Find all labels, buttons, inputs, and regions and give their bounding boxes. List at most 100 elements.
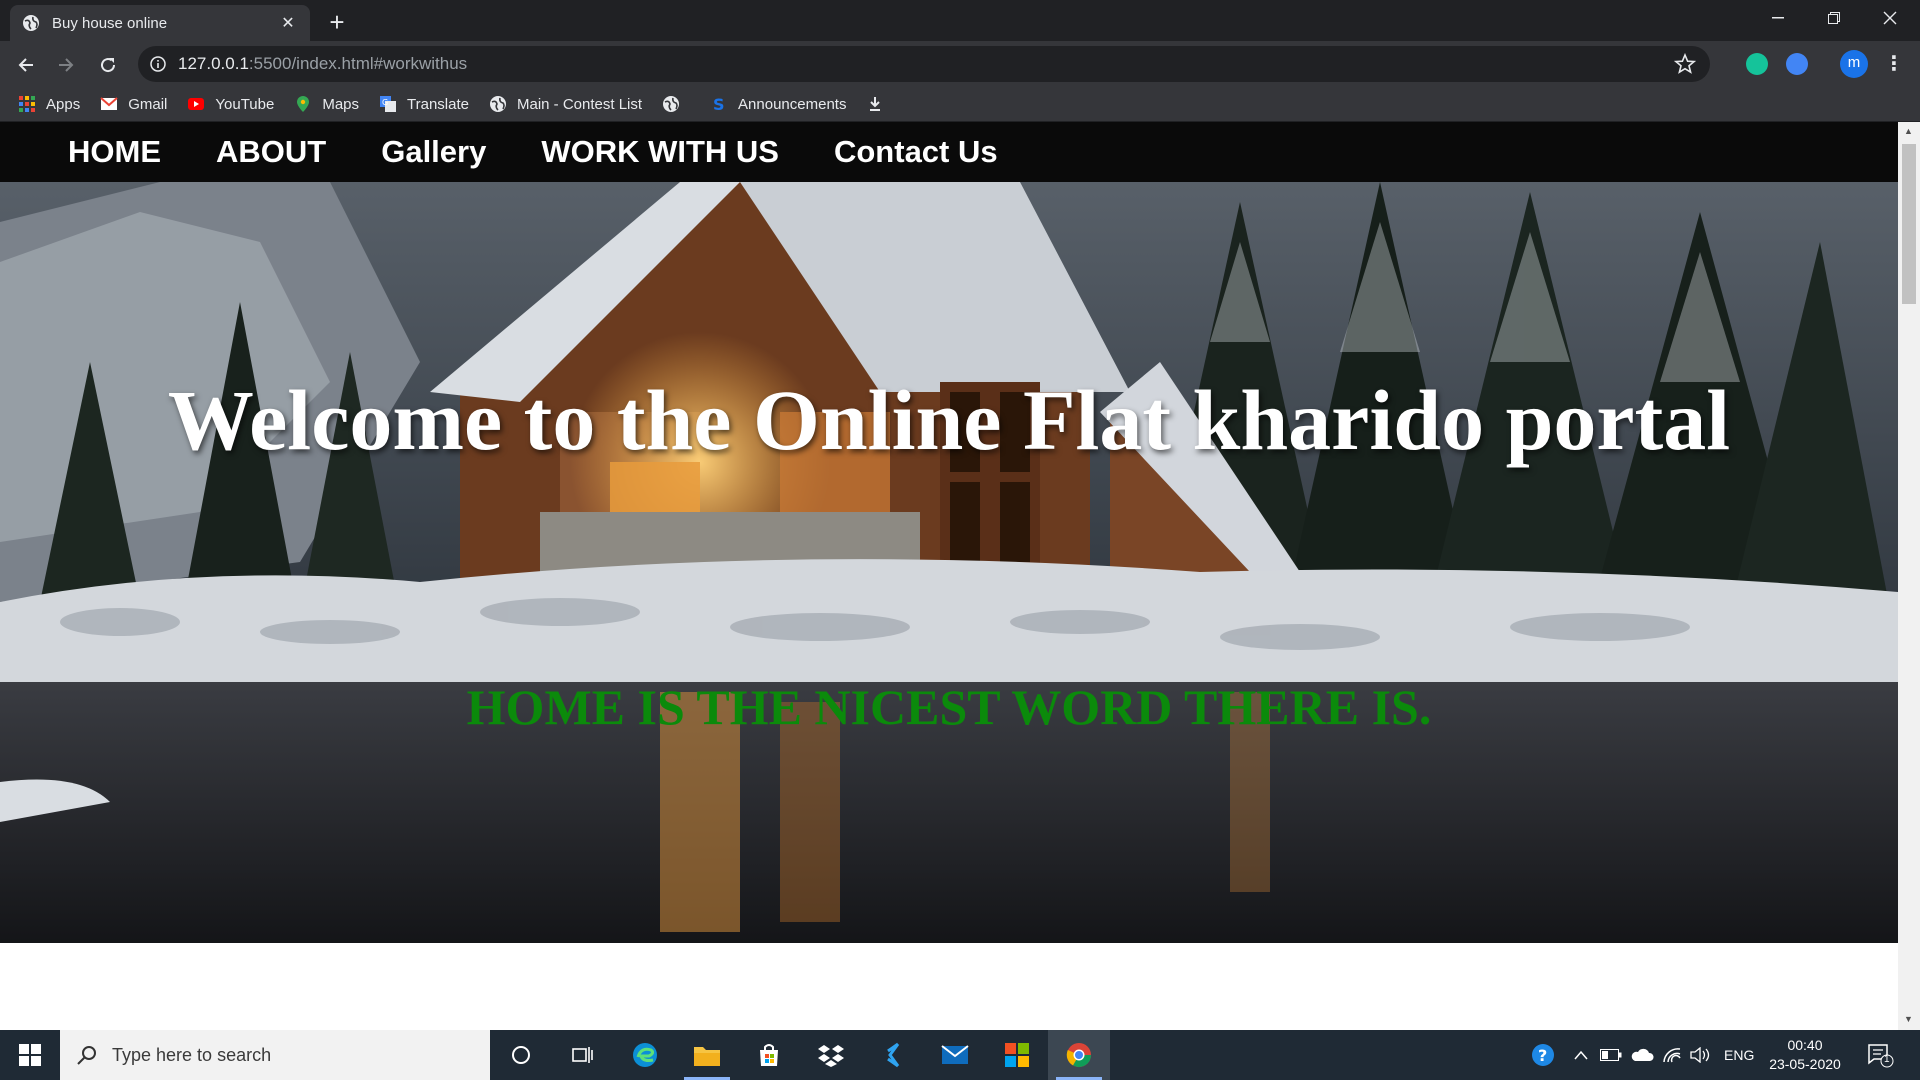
maps-icon bbox=[297, 96, 310, 112]
chrome-icon bbox=[1066, 1043, 1091, 1068]
page-viewport: HOME ABOUT Gallery WORK WITH US Contact … bbox=[0, 122, 1898, 1030]
battery-icon bbox=[1600, 1049, 1622, 1061]
nav-contact-us-link[interactable]: Contact Us bbox=[834, 134, 998, 170]
edge-icon bbox=[633, 1043, 657, 1067]
s-icon: S bbox=[713, 95, 725, 113]
taskbar-store[interactable] bbox=[738, 1030, 800, 1080]
info-icon[interactable] bbox=[150, 56, 166, 72]
globe-icon bbox=[663, 96, 680, 112]
action-center-button[interactable]: 1 bbox=[1866, 1030, 1894, 1080]
wifi-icon bbox=[1663, 1048, 1681, 1063]
cortana-button[interactable] bbox=[490, 1030, 552, 1080]
dropbox-icon bbox=[818, 1045, 844, 1067]
system-clock[interactable]: 00:40 23-05-2020 bbox=[1760, 1036, 1850, 1074]
taskbar-chrome[interactable] bbox=[1048, 1030, 1110, 1080]
close-window-button[interactable] bbox=[1862, 0, 1918, 36]
taskbar-dropbox[interactable] bbox=[800, 1030, 862, 1080]
bookmark-gmail[interactable]: Gmail bbox=[100, 95, 167, 113]
close-tab-icon[interactable]: ✕ bbox=[278, 13, 298, 33]
restore-icon bbox=[1828, 12, 1840, 24]
help-icon: ? bbox=[1532, 1044, 1554, 1066]
back-button[interactable] bbox=[10, 49, 42, 81]
reload-button[interactable] bbox=[92, 49, 124, 81]
site-navbar: HOME ABOUT Gallery WORK WITH US Contact … bbox=[0, 122, 1898, 182]
bookmark-announcements[interactable]: S Announcements bbox=[710, 95, 846, 113]
task-view-button[interactable] bbox=[552, 1030, 614, 1080]
url-text: 127.0.0.1:5500/index.html#workwithus bbox=[178, 54, 468, 73]
bookmark-maps[interactable]: Maps bbox=[294, 95, 359, 113]
battery-tray-icon[interactable] bbox=[1600, 1030, 1622, 1080]
forward-button[interactable] bbox=[50, 49, 82, 81]
new-tab-button[interactable]: + bbox=[322, 8, 352, 38]
tab-active[interactable]: Buy house online ✕ bbox=[10, 5, 310, 41]
bookmark-apps[interactable]: Apps bbox=[18, 95, 80, 113]
bookmark-main-contest-list[interactable]: Main - Contest List bbox=[489, 95, 642, 113]
translate-icon: G bbox=[380, 96, 397, 112]
nav-gallery-link[interactable]: Gallery bbox=[381, 134, 486, 170]
download-icon bbox=[870, 97, 881, 111]
nav-home-link[interactable]: HOME bbox=[68, 134, 161, 170]
taskbar-app[interactable] bbox=[986, 1030, 1048, 1080]
bookmark-label: Translate bbox=[407, 95, 469, 113]
bookmark-download[interactable] bbox=[866, 95, 894, 113]
onedrive-tray-icon[interactable] bbox=[1630, 1030, 1654, 1080]
taskbar-mail[interactable] bbox=[924, 1030, 986, 1080]
show-hidden-icons[interactable] bbox=[1574, 1030, 1588, 1080]
search-placeholder: Type here to search bbox=[112, 1044, 272, 1065]
bookmark-star-icon[interactable] bbox=[1674, 53, 1696, 75]
start-button[interactable] bbox=[0, 1030, 60, 1080]
bookmark-globe[interactable] bbox=[662, 95, 690, 113]
more-menu-icon[interactable]: ⋮ bbox=[1884, 51, 1904, 76]
svg-text:S: S bbox=[713, 95, 725, 113]
code-editor-icon bbox=[887, 1042, 900, 1068]
mail-icon bbox=[941, 1045, 969, 1064]
taskbar-edge[interactable] bbox=[614, 1030, 676, 1080]
language-indicator[interactable]: ENG bbox=[1724, 1030, 1754, 1080]
reload-icon bbox=[101, 58, 116, 73]
hero-title: Welcome to the Online Flat kharido porta… bbox=[167, 372, 1731, 468]
restore-button[interactable] bbox=[1806, 0, 1862, 36]
taskbar-file-explorer[interactable] bbox=[676, 1030, 738, 1080]
extension-icon[interactable] bbox=[1786, 53, 1808, 75]
gmail-icon bbox=[100, 97, 118, 110]
bookmark-label: Gmail bbox=[128, 95, 168, 113]
task-view-icon bbox=[572, 1047, 593, 1063]
folder-icon bbox=[694, 1047, 720, 1066]
arrow-right-icon bbox=[59, 58, 74, 72]
bookmark-translate[interactable]: G Translate bbox=[379, 95, 469, 113]
bookmark-label: Maps bbox=[322, 95, 360, 113]
bookmark-label: Announcements bbox=[738, 95, 847, 113]
globe-icon bbox=[23, 15, 39, 31]
svg-text:G: G bbox=[382, 98, 388, 107]
help-tray-icon[interactable]: ? bbox=[1530, 1030, 1556, 1080]
wifi-tray-icon[interactable] bbox=[1662, 1030, 1682, 1080]
globe-icon bbox=[490, 96, 506, 112]
colorful-app-icon bbox=[1005, 1043, 1029, 1067]
hero-section: Welcome to the Online Flat kharido porta… bbox=[0, 182, 1898, 943]
bookmark-label: YouTube bbox=[215, 95, 275, 113]
taskbar-vscode[interactable] bbox=[862, 1030, 924, 1080]
scroll-down-icon[interactable]: ▼ bbox=[1904, 1014, 1913, 1024]
apps-grid-icon bbox=[19, 96, 35, 112]
svg-text:?: ? bbox=[1538, 1046, 1547, 1065]
page-scrollbar[interactable]: ▲ ▼ bbox=[1898, 122, 1920, 1030]
cloud-icon bbox=[1631, 1048, 1654, 1061]
nav-work-with-us-link[interactable]: WORK WITH US bbox=[541, 134, 779, 170]
scroll-up-icon[interactable]: ▲ bbox=[1904, 126, 1913, 136]
chevron-up-icon bbox=[1574, 1050, 1588, 1060]
profile-avatar[interactable]: m bbox=[1840, 50, 1868, 78]
search-icon bbox=[77, 1046, 96, 1065]
cortana-icon bbox=[512, 1046, 530, 1064]
bookmark-youtube[interactable]: YouTube bbox=[187, 95, 274, 113]
minimize-button[interactable] bbox=[1750, 0, 1806, 36]
bookmarks-bar: Apps Gmail YouTube Maps G Translate Main… bbox=[0, 87, 1920, 122]
taskbar-search[interactable]: Type here to search bbox=[60, 1030, 490, 1080]
address-bar[interactable]: 127.0.0.1:5500/index.html#workwithus bbox=[138, 46, 1710, 82]
scrollbar-thumb[interactable] bbox=[1902, 144, 1916, 304]
nav-about-link[interactable]: ABOUT bbox=[216, 134, 326, 170]
minimize-icon bbox=[1772, 17, 1784, 19]
grammarly-extension-icon[interactable] bbox=[1746, 53, 1768, 75]
volume-tray-icon[interactable] bbox=[1690, 1030, 1712, 1080]
windows-logo-icon bbox=[19, 1044, 41, 1066]
clock-date: 23-05-2020 bbox=[1769, 1056, 1841, 1072]
